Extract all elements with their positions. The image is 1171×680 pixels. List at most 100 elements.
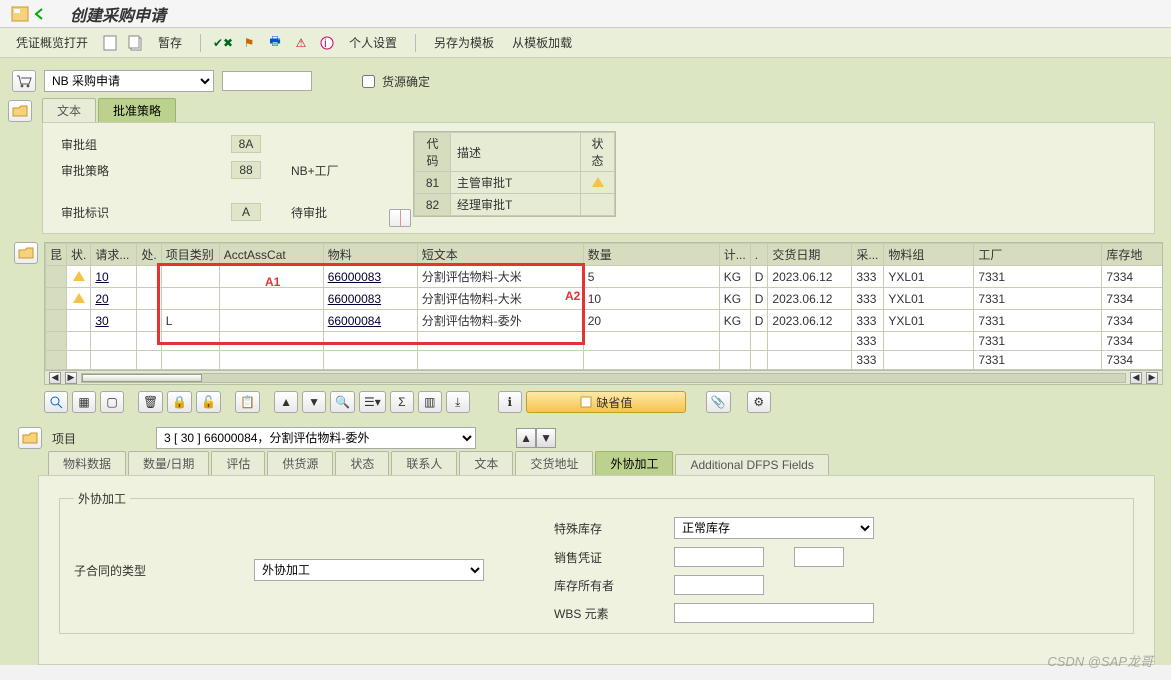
col-itemcat[interactable]: 项目类别 xyxy=(161,244,219,266)
sales-doc-input1[interactable] xyxy=(674,547,764,567)
tab-delivery-addr[interactable]: 交货地址 xyxy=(515,451,593,475)
header-collapse-icon[interactable] xyxy=(8,100,32,122)
table-row[interactable]: 33373317334 xyxy=(46,351,1164,370)
sort-desc-icon[interactable]: ▼ xyxy=(302,391,326,413)
table-row[interactable]: 10 66000083 分割评估物料-大米5KG D2023.06.12333 … xyxy=(46,266,1164,288)
check-icon[interactable]: ✔✖ xyxy=(213,33,233,53)
scroll-thumb[interactable] xyxy=(82,374,202,382)
source-determination-input[interactable] xyxy=(362,75,375,88)
doc-type-dropdown[interactable]: NB 采购申请 xyxy=(44,70,214,92)
tab-subcontracting[interactable]: 外协加工 xyxy=(595,451,673,475)
item-prev-icon[interactable]: ▲ xyxy=(516,428,536,448)
sum-icon[interactable]: Σ xyxy=(390,391,414,413)
tab-material-data[interactable]: 物料数据 xyxy=(48,451,126,475)
voucher-preview-button[interactable]: 凭证概览打开 xyxy=(10,32,94,53)
tab-source[interactable]: 供货源 xyxy=(267,451,333,475)
tab-dfps[interactable]: Additional DFPS Fields xyxy=(675,454,828,475)
stock-owner-input[interactable] xyxy=(674,575,764,595)
park-icon[interactable]: ⚑ xyxy=(239,33,259,53)
special-stock-dropdown[interactable]: 正常库存 xyxy=(674,517,874,539)
deselect-all-icon[interactable]: ▢ xyxy=(100,391,124,413)
delete-icon[interactable]: 🗑 xyxy=(138,391,163,413)
wbs-input[interactable] xyxy=(674,603,874,623)
item-collapse-icon[interactable] xyxy=(18,427,42,449)
layout-icon[interactable]: ▥ xyxy=(418,391,442,413)
status-info-icon[interactable]: ℹ xyxy=(498,391,522,413)
item-dropdown[interactable]: 3 [ 30 ] 66000084，分割评估物料-委外 xyxy=(156,427,476,449)
col-req[interactable]: 请求... xyxy=(91,244,137,266)
help-icon[interactable]: i xyxy=(317,33,337,53)
material-link[interactable]: 66000083 xyxy=(328,292,381,306)
material-link[interactable]: 66000084 xyxy=(328,314,381,328)
detail-icon[interactable] xyxy=(44,391,68,413)
table-row[interactable]: 30 L 66000084 分割评估物料-委外20KG D2023.06.123… xyxy=(46,310,1164,332)
col-i[interactable]: . xyxy=(750,244,768,266)
tab-valuation[interactable]: 评估 xyxy=(211,451,265,475)
table-row[interactable]: 33373317334 xyxy=(46,332,1164,351)
col-shorttext[interactable]: 短文本 xyxy=(417,244,583,266)
tab-texts[interactable]: 文本 xyxy=(459,451,513,475)
new-doc-icon[interactable] xyxy=(100,33,120,53)
personal-settings-button[interactable]: 个人设置 xyxy=(343,32,403,53)
col-proc[interactable]: 处. xyxy=(137,244,161,266)
defaults-button[interactable]: 缺省值 xyxy=(526,391,686,413)
export-icon[interactable]: ⤓ xyxy=(446,391,470,413)
item-link[interactable]: 30 xyxy=(95,314,108,328)
table-row[interactable]: 20 66000083 分割评估物料-大米10KG D2023.06.12333… xyxy=(46,288,1164,310)
scroll-right-end-icon[interactable]: ▶ xyxy=(1146,372,1158,384)
col-status[interactable]: 状. xyxy=(67,244,91,266)
filter-icon[interactable]: ☰▾ xyxy=(359,391,386,413)
col-pgroup[interactable]: 采... xyxy=(852,244,884,266)
menu-icon[interactable] xyxy=(10,4,30,24)
col-acct[interactable]: AcctAssCat xyxy=(219,244,323,266)
wbs-label: WBS 元素 xyxy=(554,605,674,622)
messages-icon[interactable]: ⚠ xyxy=(291,33,311,53)
tab-contact[interactable]: 联系人 xyxy=(391,451,457,475)
col-unit[interactable]: 计... xyxy=(719,244,750,266)
cart-icon[interactable] xyxy=(12,70,36,92)
col-status: 状态 xyxy=(581,133,615,172)
material-link[interactable]: 66000083 xyxy=(328,270,381,284)
sales-doc-input2[interactable] xyxy=(794,547,844,567)
hold-button[interactable]: 暂存 xyxy=(152,32,188,53)
services-icon[interactable]: ⚙ xyxy=(747,391,771,413)
lock-icon[interactable]: 🔒 xyxy=(167,391,192,413)
layout-toggle-icon[interactable] xyxy=(389,209,411,227)
select-all-icon[interactable]: ▦ xyxy=(72,391,96,413)
col-stloc[interactable]: 库存地 xyxy=(1102,244,1163,266)
col-plant[interactable]: 工厂 xyxy=(974,244,1102,266)
tab-qty-date[interactable]: 数量/日期 xyxy=(128,451,209,475)
scroll-right-icon[interactable]: ▶ xyxy=(65,372,77,384)
release-strategy-text: NB+工厂 xyxy=(291,162,381,179)
col-qty[interactable]: 数量 xyxy=(583,244,719,266)
tab-release-strategy[interactable]: 批准策略 xyxy=(98,98,176,122)
req-number-input[interactable] xyxy=(222,71,312,91)
col-material[interactable]: 物料 xyxy=(323,244,417,266)
sort-asc-icon[interactable]: ▲ xyxy=(274,391,298,413)
copy-icon[interactable]: 📋 xyxy=(235,391,260,413)
contract-type-dropdown[interactable]: 外协加工 xyxy=(254,559,484,581)
col-select[interactable]: 昆 xyxy=(46,244,67,266)
load-from-template-button[interactable]: 从模板加载 xyxy=(506,32,578,53)
items-collapse-icon[interactable] xyxy=(14,242,38,264)
item-link[interactable]: 20 xyxy=(95,292,108,306)
grid-hscroll[interactable]: ◀ ▶ ◀ ▶ xyxy=(45,370,1162,384)
item-next-icon[interactable]: ▼ xyxy=(536,428,556,448)
attachments-icon[interactable]: 📎 xyxy=(706,391,731,413)
col-matgroup[interactable]: 物料组 xyxy=(884,244,974,266)
col-delivdate[interactable]: 交货日期 xyxy=(768,244,852,266)
source-determination-checkbox[interactable]: 货源确定 xyxy=(358,72,430,91)
back-icon[interactable] xyxy=(30,4,50,24)
print-icon[interactable]: 🖶 xyxy=(265,33,285,53)
tab-status[interactable]: 状态 xyxy=(335,451,389,475)
scroll-left-end-icon[interactable]: ◀ xyxy=(1130,372,1142,384)
save-as-template-button[interactable]: 另存为模板 xyxy=(428,32,500,53)
release-code-row[interactable]: 81 主管审批T xyxy=(415,172,615,194)
item-link[interactable]: 10 xyxy=(95,270,108,284)
find-icon[interactable]: 🔍 xyxy=(330,391,355,413)
release-code-row[interactable]: 82 经理审批T xyxy=(415,194,615,216)
unlock-icon[interactable]: 🔓 xyxy=(196,391,221,413)
tab-text[interactable]: 文本 xyxy=(42,98,96,122)
scroll-left-icon[interactable]: ◀ xyxy=(49,372,61,384)
copy-doc-icon[interactable] xyxy=(126,33,146,53)
